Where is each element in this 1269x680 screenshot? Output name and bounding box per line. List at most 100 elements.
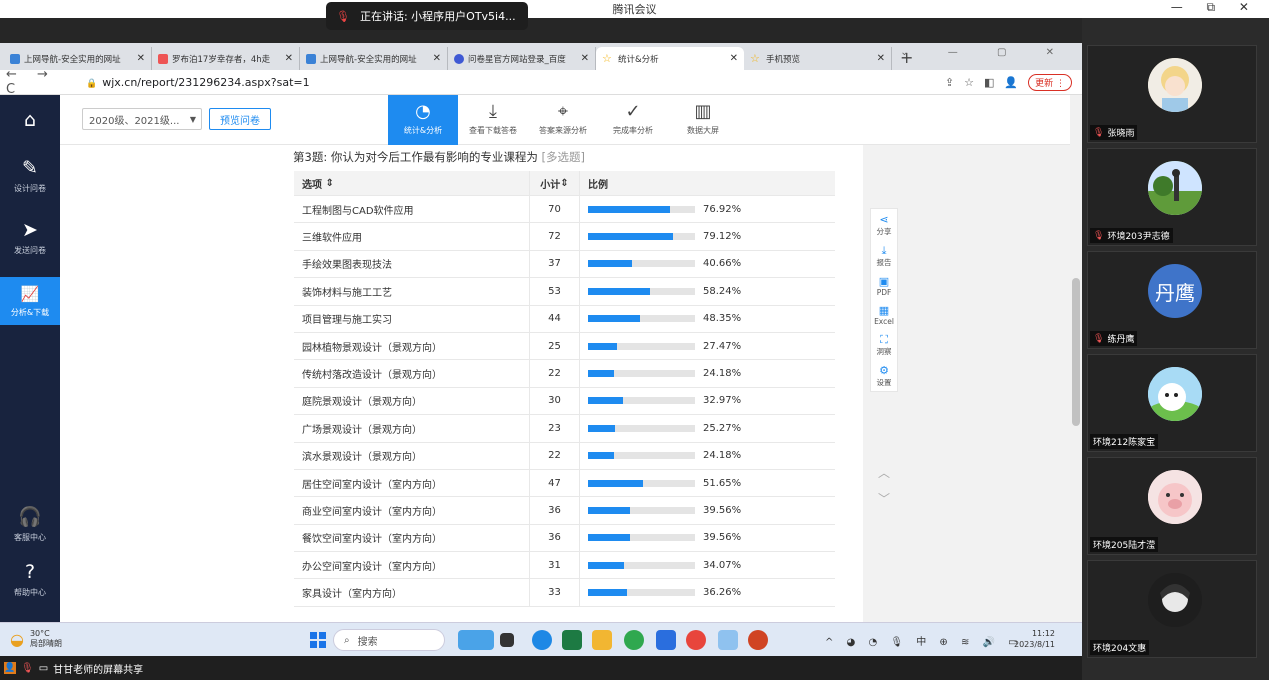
avatar-dark-photo-icon (1148, 573, 1202, 627)
page-scrollbar[interactable] (1070, 95, 1082, 622)
percent-label: 36.26% (703, 587, 742, 599)
sidebar-item-send[interactable]: ➤ 发送问卷 (0, 219, 60, 256)
photos-icon[interactable] (718, 630, 738, 650)
participant-tile[interactable]: 丹鹰 🎙 练丹鹰 (1087, 251, 1257, 349)
taskbar-clock[interactable]: 11:12 2023/8/11 (1014, 628, 1055, 650)
taskbar-search[interactable]: ⌕ 搜索 (333, 629, 445, 651)
percent-label: 24.18% (703, 450, 742, 462)
participant-tile[interactable]: 环境212陈家宝 (1087, 354, 1257, 452)
header-label: 比例 (588, 179, 608, 191)
chevron-down-icon[interactable]: ﹀ (870, 486, 898, 512)
option-cell: 餐饮空间室内设计（室内方向） (294, 524, 530, 552)
update-label: 更新 (1035, 79, 1054, 89)
pdf-button[interactable]: ▣ PDF (871, 271, 897, 300)
browser-tab-active[interactable]: ☆ 统计&分析 ✕ (596, 47, 744, 70)
profile-icon[interactable]: 👤 (1004, 76, 1018, 89)
url-field[interactable]: 🔒 wjx.cn/report/231296234.aspx?sat=1 (86, 76, 310, 89)
insight-button[interactable]: ⛶ 洞察 (871, 329, 897, 360)
help-icon: ? (24, 561, 36, 583)
tab-data-dashboard[interactable]: ▥ 数据大屏 (668, 95, 738, 145)
count-cell: 23 (530, 415, 580, 442)
update-button[interactable]: 更新 ⋮ (1028, 74, 1072, 91)
participant-tile[interactable]: 环境205陆才滢 (1087, 457, 1257, 555)
option-cell: 居住空间室内设计（室内方向） (294, 469, 530, 497)
windows-start-icon[interactable] (310, 632, 326, 648)
participant-tile[interactable]: 🎙 张晓雨 (1087, 45, 1257, 143)
excel-app-icon[interactable] (562, 630, 582, 650)
year-select[interactable]: 2020级、2021级... ▼ (82, 108, 202, 130)
weather-widget[interactable]: ◒ 30°C 局部晴朗 (10, 629, 62, 649)
ratio-bar (588, 479, 695, 487)
close-tab-icon[interactable]: ✕ (730, 53, 738, 64)
browser-window-controls[interactable]: ⌄ — ▢ ✕ (900, 47, 1072, 58)
participant-name-tag: 🎙 环境203尹志德 (1090, 228, 1173, 243)
participant-name-tag: 环境204文惠 (1090, 640, 1150, 655)
participant-tile[interactable]: 环境204文惠 (1087, 560, 1257, 658)
question-title: 第3题: 你认为对今后工作最有影响的专业课程为 [多选题] (293, 149, 585, 165)
system-tray[interactable]: ^ ◕ ◔ 🎙 中 ⊕ ≋ 🔊 ▭ (825, 633, 1023, 648)
browser-tab[interactable]: 罗布泊17岁幸存者，4h走 ✕ (152, 47, 300, 70)
preview-survey-button[interactable]: 预览问卷 (209, 108, 271, 130)
count-cell: 70 (530, 196, 580, 223)
mic-muted-icon: 🎙 (336, 9, 350, 23)
report-button[interactable]: ⤓ 报告 (871, 240, 897, 271)
window-controls[interactable]: — ⧉ ✕ (1171, 0, 1259, 15)
sidebar-item-design[interactable]: ✎ 设计问卷 (0, 157, 60, 194)
sort-icon[interactable]: ⇕ (560, 178, 568, 189)
speaking-label: 正在讲话: 小程序用户OTv5i4... (359, 10, 516, 23)
home-button[interactable]: ⌂ (0, 109, 60, 135)
chrome-icon[interactable] (686, 630, 706, 650)
ratio-bar (588, 534, 695, 542)
sidebar-item-service[interactable]: 🎧 客服中心 (0, 505, 60, 543)
search-label: 搜索 (357, 636, 378, 648)
avatar-pig-icon (1148, 470, 1202, 524)
ratio-cell: 40.66% (580, 251, 835, 277)
share-button[interactable]: ⋖ 分享 (871, 209, 897, 240)
folder-icon[interactable] (592, 630, 612, 650)
close-tab-icon[interactable]: ✕ (137, 53, 145, 64)
sidepanel-icon[interactable]: ◧ (984, 76, 994, 89)
edge-icon[interactable] (532, 630, 552, 650)
table-row: 餐饮空间室内设计（室内方向） 36 39.56% (294, 524, 835, 553)
browser-tab[interactable]: 问卷星官方网站登录_百度 ✕ (448, 47, 596, 70)
sidebar-item-help[interactable]: ? 帮助中心 (0, 561, 60, 598)
widget-icon[interactable] (458, 630, 494, 650)
year-select-value: 2020级、2021级... (89, 115, 180, 127)
excel-button[interactable]: ▦ Excel (871, 300, 897, 329)
close-tab-icon[interactable]: ✕ (581, 53, 589, 64)
share-page-icon[interactable]: ⇪ (945, 76, 954, 89)
tab-download-answers[interactable]: ⤓ 查看下载答卷 (458, 95, 528, 145)
ratio-bar-fill (588, 424, 616, 432)
weather-temp: 30°C (29, 629, 50, 638)
sidebar-item-analysis[interactable]: 📈 分析&下载 (0, 277, 60, 325)
nav-buttons[interactable]: ← → C (6, 67, 76, 97)
meeting-app-icon[interactable] (656, 630, 676, 650)
close-tab-icon[interactable]: ✕ (433, 53, 441, 64)
header-option[interactable]: 选项 ⇕ (294, 171, 530, 195)
participant-tile[interactable]: 🎙 环境203尹志德 (1087, 148, 1257, 246)
browser-tab[interactable]: ☆ 手机预览 ✕ (744, 47, 892, 70)
tool-label: 数据大屏 (687, 126, 719, 135)
tab-completion-analysis[interactable]: ✓ 完成率分析 (598, 95, 668, 145)
scrollbar-thumb[interactable] (1072, 278, 1080, 426)
tab-label: 上网导航-安全实用的网址 (320, 54, 417, 65)
powerpoint-icon[interactable] (748, 630, 768, 650)
ie-icon[interactable] (624, 630, 644, 650)
tab-source-analysis[interactable]: ⌖ 答案来源分析 (528, 95, 598, 145)
bookmark-star-icon[interactable]: ☆ (964, 76, 974, 89)
tab-stats-analysis[interactable]: ◔ 统计&分析 (388, 95, 458, 145)
avatar-cartoon-cat-icon (1148, 367, 1202, 421)
task-view-icon[interactable] (500, 633, 514, 647)
table-row: 装饰材料与施工工艺 53 58.24% (294, 278, 835, 306)
video-icon (158, 53, 168, 64)
browser-tab[interactable]: 上网导航-安全实用的网址 ✕ (300, 47, 448, 70)
chevron-up-icon[interactable]: ︿ (870, 460, 898, 486)
close-tab-icon[interactable]: ✕ (285, 53, 293, 64)
close-tab-icon[interactable]: ✕ (877, 53, 885, 64)
settings-button[interactable]: ⚙ 设置 (871, 360, 897, 391)
ratio-cell: 48.35% (580, 306, 835, 332)
sort-icon[interactable]: ⇕ (325, 178, 333, 189)
ratio-cell: 51.65% (580, 470, 835, 496)
header-count[interactable]: 小计 ⇕ (530, 171, 580, 195)
table-body: 工程制图与CAD软件应用 70 76.92% 三维软件应用 72 79.12% 手绘效果图表… (294, 196, 835, 607)
